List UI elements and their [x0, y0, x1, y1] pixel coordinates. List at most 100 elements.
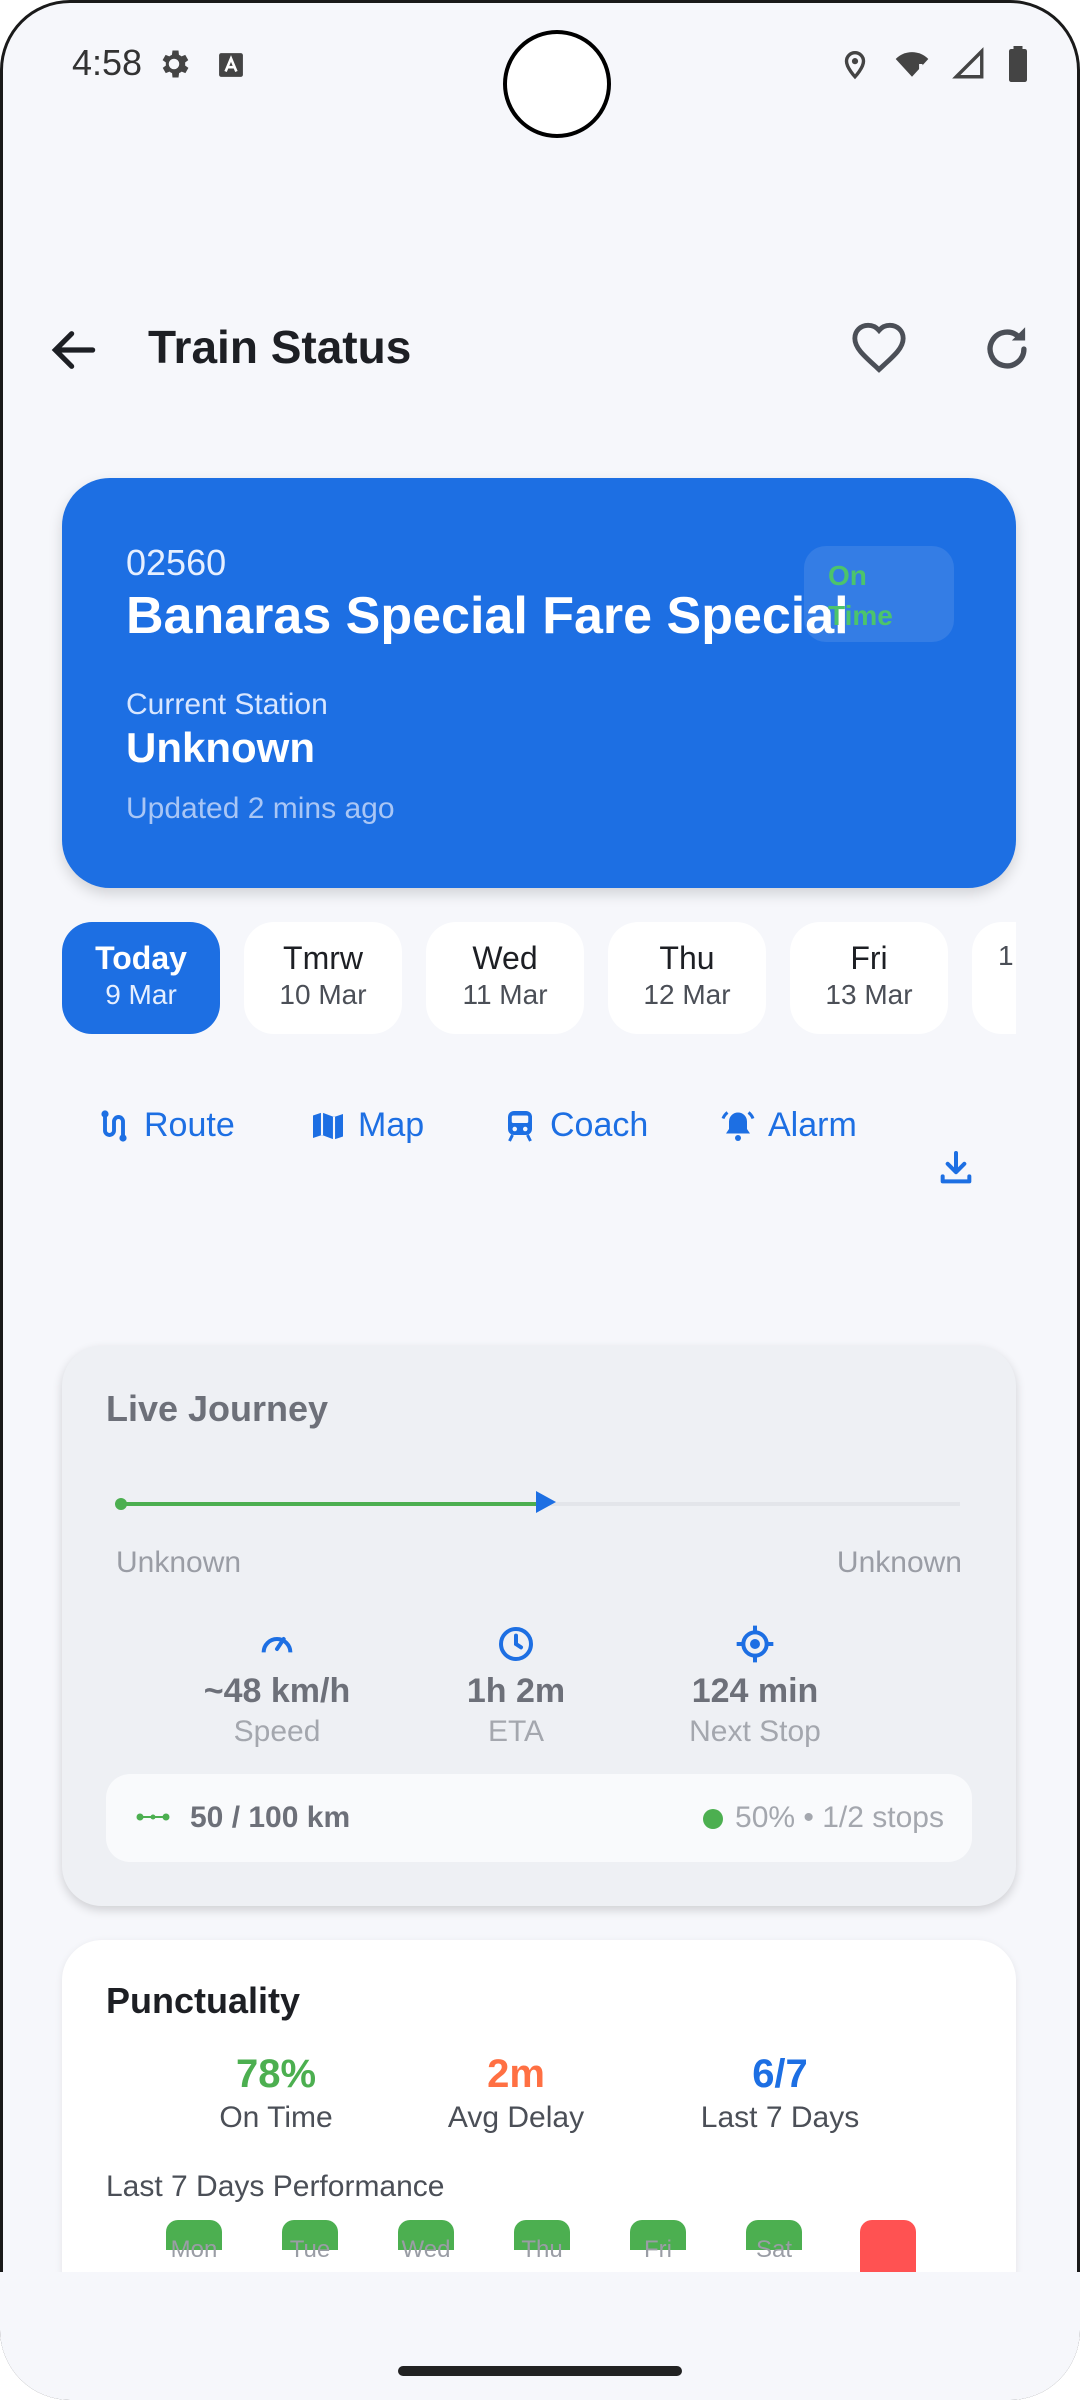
location-icon	[844, 51, 866, 80]
route-button[interactable]: Route	[96, 1106, 235, 1145]
date-chip-date: 9 Mar	[105, 979, 177, 1010]
day-label-tue: Tue	[289, 2236, 331, 2263]
last-7-days-stat: 6/7 Last 7 Days	[650, 2052, 910, 2135]
current-station-value: Unknown	[126, 724, 315, 771]
date-chip-thu[interactable]: Thu 12 Mar	[608, 922, 766, 1034]
status-badge-line2: Time	[828, 600, 893, 631]
arrow-left-icon[interactable]	[46, 322, 102, 378]
route-label: Route	[144, 1106, 235, 1144]
status-badge-line1: On	[828, 560, 867, 591]
live-journey-card: Live Journey Unknown Unknown ~48 km/h Sp…	[62, 1346, 1016, 1906]
performance-label: Last 7 Days Performance	[106, 2170, 445, 2203]
date-chip-date: 1	[998, 940, 1014, 971]
eta-value: 1h 2m	[466, 1672, 566, 1710]
day-label-wed: Wed	[401, 2236, 451, 2263]
wifi-icon	[895, 52, 929, 78]
status-badge: On Time	[804, 546, 954, 642]
status-time: 4:58	[72, 42, 143, 83]
date-chip-date: 13 Mar	[825, 979, 913, 1010]
origin-dot	[115, 1498, 127, 1510]
origin-station: Unknown	[116, 1546, 242, 1579]
date-chip-day: Today	[95, 940, 187, 976]
train-status-card: 02560 Banaras Special Fare Special On Ti…	[62, 478, 1016, 888]
day-label-sat: Sat	[755, 2236, 793, 2263]
date-chip-partial[interactable]: 1	[972, 922, 1016, 1034]
next-stop-value: 124 min	[691, 1672, 819, 1710]
date-chip-date: 12 Mar	[643, 979, 731, 1010]
distance-status: 50% • 1/2 stops	[703, 1801, 944, 1835]
on-time-label: On Time	[219, 2101, 333, 2134]
date-chip-date: 10 Mar	[279, 979, 367, 1010]
train-position-marker	[536, 1491, 556, 1513]
alarm-icon	[721, 1110, 755, 1141]
train-name: Banaras Special Fare Special	[126, 587, 849, 645]
clock-icon	[499, 1627, 533, 1661]
eta-metric: 1h 2m ETA	[396, 1624, 636, 1749]
action-bar: Route Map Coach Alarm	[96, 1106, 996, 1166]
speed-value: ~48 km/h	[203, 1672, 351, 1710]
heart-icon[interactable]	[850, 320, 908, 378]
date-chip-wed[interactable]: Wed 11 Mar	[426, 922, 584, 1034]
updated-time: Updated 2 mins ago	[126, 792, 395, 825]
on-time-value: 78%	[235, 2052, 317, 2096]
current-station-label: Current Station	[126, 688, 328, 721]
train-icon	[508, 1110, 532, 1142]
front-camera	[503, 30, 611, 138]
alarm-label: Alarm	[768, 1106, 857, 1144]
target-icon	[736, 1625, 774, 1663]
refresh-icon[interactable]	[978, 320, 1036, 378]
last-7-days-label: Last 7 Days	[700, 2101, 860, 2134]
app-bar: Train Status	[0, 300, 1080, 400]
battery-icon	[1009, 46, 1027, 82]
on-time-stat: 78% On Time	[146, 2052, 406, 2135]
map-icon	[313, 1112, 343, 1139]
map-button[interactable]: Map	[310, 1106, 424, 1145]
a-icon	[219, 53, 243, 77]
avg-delay-label: Avg Delay	[447, 2101, 585, 2134]
date-chip-day: Thu	[659, 940, 715, 976]
date-selector: Today 9 Mar Tmrw 10 Mar Wed 11 Mar Thu 1…	[62, 922, 1016, 1034]
distance-value: 50 / 100 km	[190, 1801, 351, 1834]
day-label-fri: Fri	[644, 2236, 672, 2263]
train-number: 02560	[126, 542, 227, 583]
date-chip-tmrw[interactable]: Tmrw 10 Mar	[244, 922, 402, 1034]
route-icon	[101, 1109, 127, 1142]
home-indicator[interactable]	[398, 2366, 682, 2376]
alarm-button[interactable]: Alarm	[720, 1106, 857, 1145]
distance-status-text: 50% • 1/2 stops	[735, 1801, 944, 1834]
next-stop-label: Next Stop	[689, 1715, 821, 1748]
download-icon[interactable]	[936, 1148, 976, 1188]
punctuality-title: Punctuality	[106, 1980, 301, 2021]
speed-metric: ~48 km/h Speed	[157, 1624, 397, 1749]
day-label-mon: Mon	[170, 2236, 218, 2263]
status-icons	[838, 46, 1030, 82]
date-chip-fri[interactable]: Fri 13 Mar	[790, 922, 948, 1034]
date-chip-day: Tmrw	[283, 940, 363, 976]
coach-button[interactable]: Coach	[502, 1106, 648, 1145]
date-chip-day: Fri	[850, 940, 888, 976]
journey-progress-track	[115, 1491, 960, 1513]
date-chip-date: 11 Mar	[462, 979, 548, 1010]
date-chip-day: Wed	[472, 940, 538, 976]
avg-delay-stat: 2m Avg Delay	[386, 2052, 646, 2135]
destination-station: Unknown	[836, 1546, 962, 1579]
bottom-nav-area	[0, 2272, 1080, 2400]
gear-icon	[162, 50, 189, 78]
status-bar: 4:58	[0, 0, 1080, 138]
status-dot	[703, 1809, 724, 1829]
day-label-thu: Thu	[521, 2236, 563, 2263]
distance-row: 50 / 100 km 50% • 1/2 stops	[106, 1774, 972, 1862]
eta-label: ETA	[487, 1715, 545, 1748]
phone-screen: 4:58 Train Status 02560 Banaras Special …	[0, 0, 1080, 2400]
page-title: Train Status	[148, 321, 412, 373]
journey-progress-fill	[120, 1502, 540, 1506]
map-label: Map	[358, 1106, 425, 1144]
speedometer-icon	[261, 1637, 293, 1653]
last-7-days-value: 6/7	[752, 2052, 808, 2096]
live-journey-title: Live Journey	[106, 1388, 329, 1429]
date-chip-today[interactable]: Today 9 Mar	[62, 922, 220, 1034]
avg-delay-value: 2m	[487, 2052, 545, 2096]
speed-label: Speed	[233, 1715, 321, 1748]
signal-icon	[952, 47, 984, 79]
route-dots-icon	[136, 1813, 170, 1821]
